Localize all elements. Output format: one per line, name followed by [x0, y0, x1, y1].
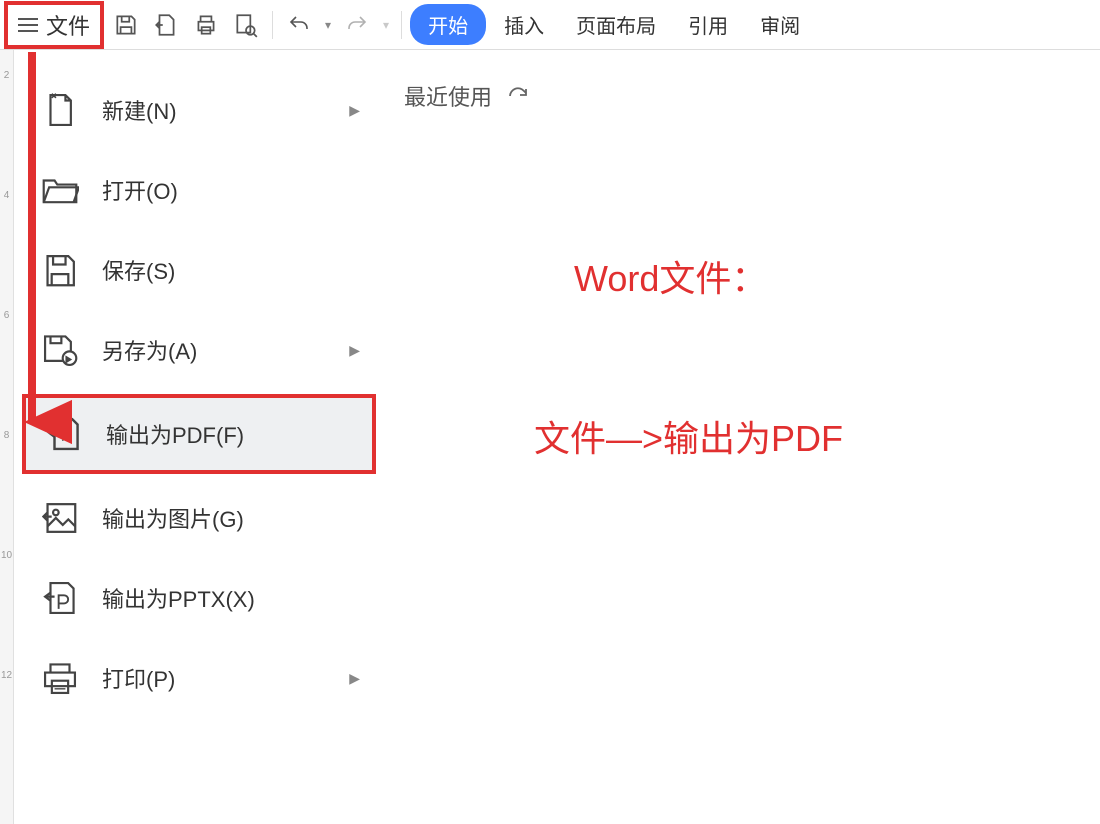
print-icon[interactable] [188, 7, 224, 43]
export-image-icon [38, 498, 82, 538]
menu-label: 打开(O) [102, 174, 360, 206]
vertical-ruler: 2 4 6 8 10 12 [0, 50, 14, 824]
recent-label: 最近使用 [404, 80, 492, 112]
undo-dropdown[interactable]: ▾ [321, 18, 335, 32]
print-menu-icon [38, 658, 82, 698]
menu-item-export-pptx[interactable]: 输出为PPTX(X) [14, 558, 384, 638]
menu-item-print[interactable]: 打印(P) ▶ [14, 638, 384, 718]
menu-label: 输出为PDF(F) [106, 418, 356, 450]
tab-review[interactable]: 审阅 [746, 4, 814, 45]
save-as-icon [38, 330, 82, 370]
menu-label: 打印(P) [102, 662, 349, 694]
menu-item-save-as[interactable]: 另存为(A) ▶ [14, 310, 384, 390]
menu-label: 另存为(A) [102, 334, 349, 366]
tab-start[interactable]: 开始 [410, 4, 486, 45]
tab-insert[interactable]: 插入 [490, 4, 558, 45]
file-menu-panel: 新建(N) ▶ 打开(O) 保存(S) 另存为(A) ▶ P [14, 50, 384, 824]
tab-references[interactable]: 引用 [674, 4, 742, 45]
menu-label: 新建(N) [102, 94, 349, 126]
menu-label: 保存(S) [102, 254, 360, 286]
submenu-arrow-icon: ▶ [349, 102, 360, 119]
file-label: 文件 [46, 9, 90, 41]
redo-icon[interactable] [339, 7, 375, 43]
submenu-arrow-icon: ▶ [349, 670, 360, 687]
menu-label: 输出为PPTX(X) [102, 582, 360, 614]
save-disk-icon [38, 250, 82, 290]
undo-icon[interactable] [281, 7, 317, 43]
open-folder-icon [38, 170, 82, 210]
save-icon[interactable] [108, 7, 144, 43]
right-pane: 最近使用 Word文件： 文件—>输出为PDF [384, 50, 1100, 824]
new-file-icon [38, 90, 82, 130]
separator [272, 11, 273, 39]
hamburger-icon [18, 18, 38, 32]
menu-item-export-image[interactable]: 输出为图片(G) [14, 478, 384, 558]
separator [401, 11, 402, 39]
menu-label: 输出为图片(G) [102, 502, 360, 534]
print-preview-icon[interactable] [228, 7, 264, 43]
menu-item-open[interactable]: 打开(O) [14, 150, 384, 230]
tab-layout[interactable]: 页面布局 [562, 4, 670, 45]
export-pdf-icon: P [42, 414, 86, 454]
redo-dropdown[interactable]: ▾ [379, 18, 393, 32]
menu-item-export-pdf[interactable]: P 输出为PDF(F) [22, 394, 376, 474]
menu-item-new[interactable]: 新建(N) ▶ [14, 70, 384, 150]
svg-text:P: P [61, 430, 69, 444]
toolbar: 文件 ▾ ▾ 开始 插入 页面布局 引用 审阅 [0, 0, 1100, 50]
submenu-arrow-icon: ▶ [349, 342, 360, 359]
export-pdf-icon[interactable] [148, 7, 184, 43]
annotation-title: Word文件： [574, 250, 767, 302]
export-pptx-icon [38, 578, 82, 618]
annotation-line: 文件—>输出为PDF [534, 410, 843, 462]
file-menu-button[interactable]: 文件 [4, 1, 104, 49]
refresh-icon[interactable] [506, 84, 530, 108]
menu-item-save[interactable]: 保存(S) [14, 230, 384, 310]
